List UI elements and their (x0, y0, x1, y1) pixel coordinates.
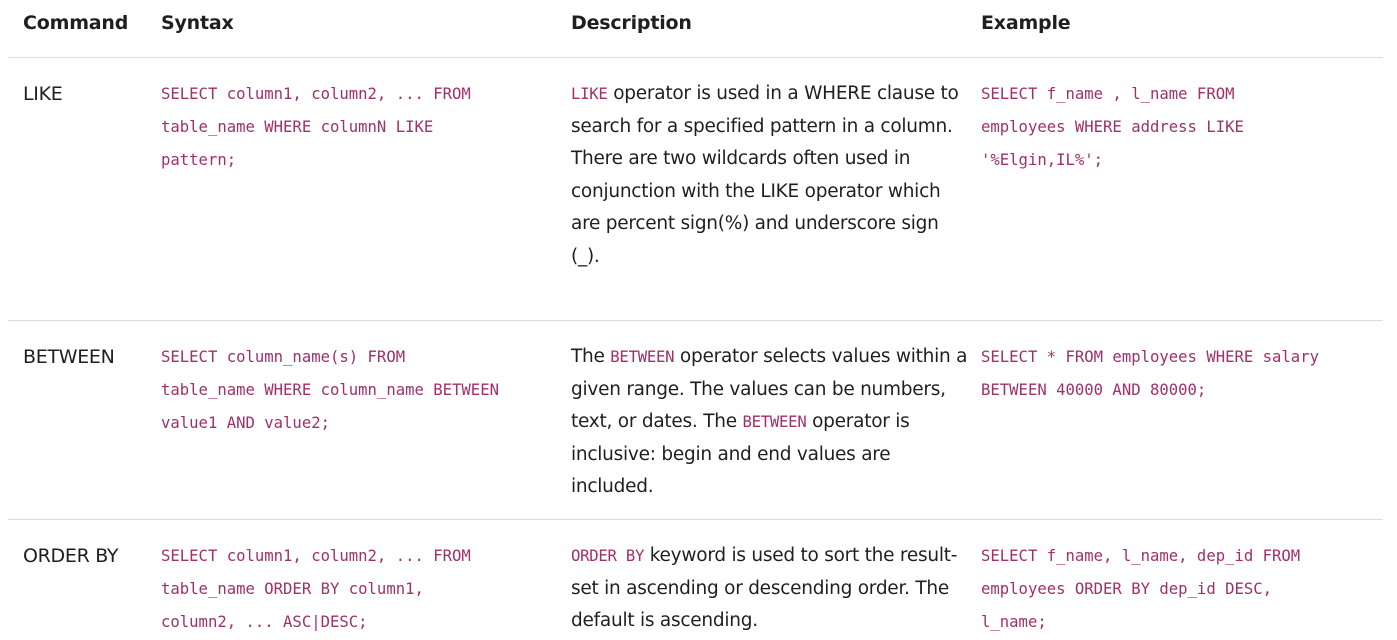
description-paragraph: There are two wildcards often used in co… (571, 148, 941, 267)
table-row: ORDER BY SELECT column1, column2, ... FR… (8, 520, 1383, 640)
description-paragraph: LIKE operator is used in a WHERE clause … (571, 78, 981, 143)
inline-code: BETWEEN (742, 413, 807, 431)
syntax-cell: SELECT column1, column2, ... FROM table_… (161, 520, 571, 639)
sql-commands-table: Command Syntax Description Example LIKE … (8, 0, 1383, 640)
example-line: SELECT f_name, l_name, dep_id FROM (981, 547, 1301, 565)
header-command: Command (23, 12, 129, 34)
description-cell: The BETWEEN operator selects values with… (571, 321, 981, 504)
example-line: employees WHERE address LIKE (981, 118, 1244, 136)
example-cell: SELECT f_name , l_name FROM employees WH… (981, 58, 1383, 177)
syntax-line: value1 AND value2; (161, 414, 330, 432)
syntax-cell: SELECT column_name(s) FROM table_name WH… (161, 321, 571, 440)
description-cell: ORDER BY keyword is used to sort the res… (571, 520, 981, 638)
table-row: LIKE SELECT column1, column2, ... FROM t… (8, 58, 1383, 321)
syntax-line: table_name WHERE column_name BETWEEN (161, 381, 499, 399)
syntax-cell: SELECT column1, column2, ... FROM table_… (161, 58, 571, 177)
syntax-line: table_name ORDER BY column1, (161, 580, 424, 598)
syntax-line: pattern; (161, 151, 237, 169)
description-text: The (571, 346, 611, 367)
command-cell: LIKE (23, 83, 63, 105)
header-syntax: Syntax (161, 12, 234, 34)
header-description: Description (571, 12, 692, 34)
inline-code: ORDER BY (571, 547, 645, 565)
example-line: SELECT f_name , l_name FROM (981, 85, 1235, 103)
description-paragraph: The BETWEEN operator selects values with… (571, 341, 981, 504)
example-line: employees ORDER BY dep_id DESC, (981, 580, 1273, 598)
table-header-row: Command Syntax Description Example (8, 0, 1383, 58)
syntax-line: SELECT column_name(s) FROM (161, 348, 406, 366)
example-line: '%Elgin,IL%'; (981, 151, 1104, 169)
command-cell: BETWEEN (23, 346, 115, 368)
description-text: operator is used in a WHERE clause to se… (571, 83, 959, 137)
description-cell: LIKE operator is used in a WHERE clause … (571, 58, 981, 273)
example-line: BETWEEN 40000 AND 80000; (981, 381, 1207, 399)
inline-code: BETWEEN (610, 348, 675, 366)
syntax-line: table_name WHERE columnN LIKE (161, 118, 434, 136)
example-line: SELECT * FROM employees WHERE salary (981, 348, 1319, 366)
syntax-line: SELECT column1, column2, ... FROM (161, 547, 471, 565)
inline-code: LIKE (571, 85, 608, 103)
description-paragraph: ORDER BY keyword is used to sort the res… (571, 540, 981, 638)
example-cell: SELECT f_name, l_name, dep_id FROM emplo… (981, 520, 1383, 639)
command-cell: ORDER BY (23, 545, 119, 567)
example-cell: SELECT * FROM employees WHERE salary BET… (981, 321, 1383, 407)
example-line: l_name; (981, 613, 1047, 631)
syntax-line: SELECT column1, column2, ... FROM (161, 85, 471, 103)
syntax-line: column2, ... ASC|DESC; (161, 613, 368, 631)
table-row: BETWEEN SELECT column_name(s) FROM table… (8, 321, 1383, 520)
header-example: Example (981, 12, 1071, 34)
